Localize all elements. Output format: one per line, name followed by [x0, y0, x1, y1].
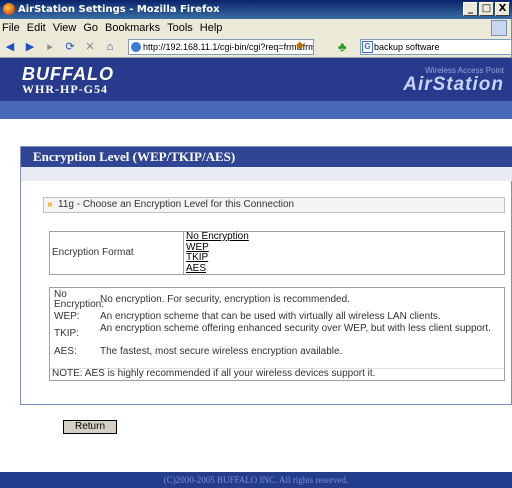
address-bar[interactable]: http://192.168.11.1/cgi-bin/cgi?req=frm&…: [128, 39, 314, 55]
option-aes[interactable]: AES: [186, 263, 505, 275]
option-no-encryption[interactable]: No Encryption: [186, 231, 505, 243]
page-icon: [131, 42, 141, 52]
google-icon: G: [362, 41, 373, 53]
airstation-logo: AirStation: [403, 74, 504, 95]
navigation-toolbar: ◀ ▶ ▸ ⟳ ✕ ⌂ http://192.168.11.1/cgi-bin/…: [0, 37, 512, 58]
rss-icon[interactable]: ◆: [296, 40, 304, 51]
menu-edit[interactable]: Edit: [27, 22, 46, 34]
encryption-format-table: Encryption Format No Encryption WEP TKIP…: [49, 231, 505, 275]
menu-help[interactable]: Help: [200, 22, 223, 34]
title-bar: AirStation Settings - Mozilla Firefox _ …: [0, 0, 512, 19]
search-text: backup software: [374, 42, 440, 52]
reload-icon[interactable]: ⟳: [63, 40, 77, 54]
go-icon[interactable]: ♣: [338, 39, 354, 55]
maximize-button[interactable]: □: [479, 2, 494, 16]
back-arrow-icon[interactable]: ◀: [3, 40, 17, 54]
desc-row-aes: AES: The fastest, most secure wireless e…: [52, 347, 504, 359]
menu-go[interactable]: Go: [83, 22, 98, 34]
return-button[interactable]: Return: [63, 420, 117, 434]
double-chevron-icon: »: [47, 199, 53, 210]
window-controls: _ □ X: [463, 2, 510, 16]
page-content: BUFFALO WHR-HP-G54 Wireless Access Point…: [0, 58, 512, 488]
menu-view[interactable]: View: [53, 22, 77, 34]
aes-note: NOTE: AES is highly recommended if all y…: [52, 368, 376, 379]
browser-window: AirStation Settings - Mozilla Firefox _ …: [0, 0, 512, 488]
window-title: AirStation Settings - Mozilla Firefox: [18, 4, 220, 15]
search-box[interactable]: G backup software: [360, 39, 512, 55]
panel-title: Encryption Level (WEP/TKIP/AES): [21, 147, 512, 167]
minimize-button[interactable]: _: [463, 2, 478, 16]
section-heading: » 11g - Choose an Encryption Level for t…: [43, 197, 505, 213]
desc-text: The fastest, most secure wireless encryp…: [100, 346, 343, 357]
desc-row-none: No Encryption: No encryption. For securi…: [52, 290, 504, 312]
encryption-panel: Encryption Level (WEP/TKIP/AES) » 11g - …: [20, 146, 512, 405]
menu-tools[interactable]: Tools: [167, 22, 193, 34]
menu-bookmarks[interactable]: Bookmarks: [105, 22, 160, 34]
panel-subheader: [21, 167, 512, 181]
menu-bar: File Edit View Go Bookmarks Tools Help: [0, 19, 512, 37]
desc-text: An encryption scheme offering enhanced s…: [100, 323, 491, 334]
desc-row-tkip: TKIP: An encryption scheme offering enha…: [52, 324, 504, 346]
address-text: http://192.168.11.1/cgi-bin/cgi?req=frm&…: [143, 42, 314, 52]
forward-arrow-icon[interactable]: ▶: [23, 40, 37, 54]
stop-icon[interactable]: ✕: [83, 40, 97, 54]
header-band: [0, 101, 512, 119]
desc-text: No encryption. For security, encryption …: [100, 294, 350, 305]
throbber-icon: [491, 20, 507, 36]
firefox-icon: [3, 3, 15, 15]
dropdown-arrow-icon[interactable]: ▸: [43, 40, 57, 54]
section-title: 11g - Choose an Encryption Level for thi…: [58, 199, 295, 210]
option-wep[interactable]: WEP: [186, 242, 505, 254]
format-options: No Encryption WEP TKIP AES: [185, 231, 505, 275]
desc-label: TKIP:: [54, 328, 80, 339]
desc-label: WEP:: [54, 311, 80, 322]
desc-label: AES:: [54, 346, 77, 357]
model-name: WHR-HP-G54: [22, 82, 108, 96]
home-icon[interactable]: ⌂: [103, 40, 117, 54]
copyright-footer: (C)2000-2005 BUFFALO INC. All rights res…: [0, 472, 512, 488]
desc-label: No Encryption:: [54, 289, 105, 310]
description-box: No Encryption: No encryption. For securi…: [49, 287, 505, 381]
desc-text: An encryption scheme that can be used wi…: [100, 311, 441, 322]
format-label: Encryption Format: [50, 232, 184, 274]
menu-file[interactable]: File: [2, 22, 20, 34]
close-button[interactable]: X: [495, 2, 510, 16]
site-header: BUFFALO WHR-HP-G54 Wireless Access Point…: [0, 58, 512, 101]
option-tkip[interactable]: TKIP: [186, 252, 505, 264]
